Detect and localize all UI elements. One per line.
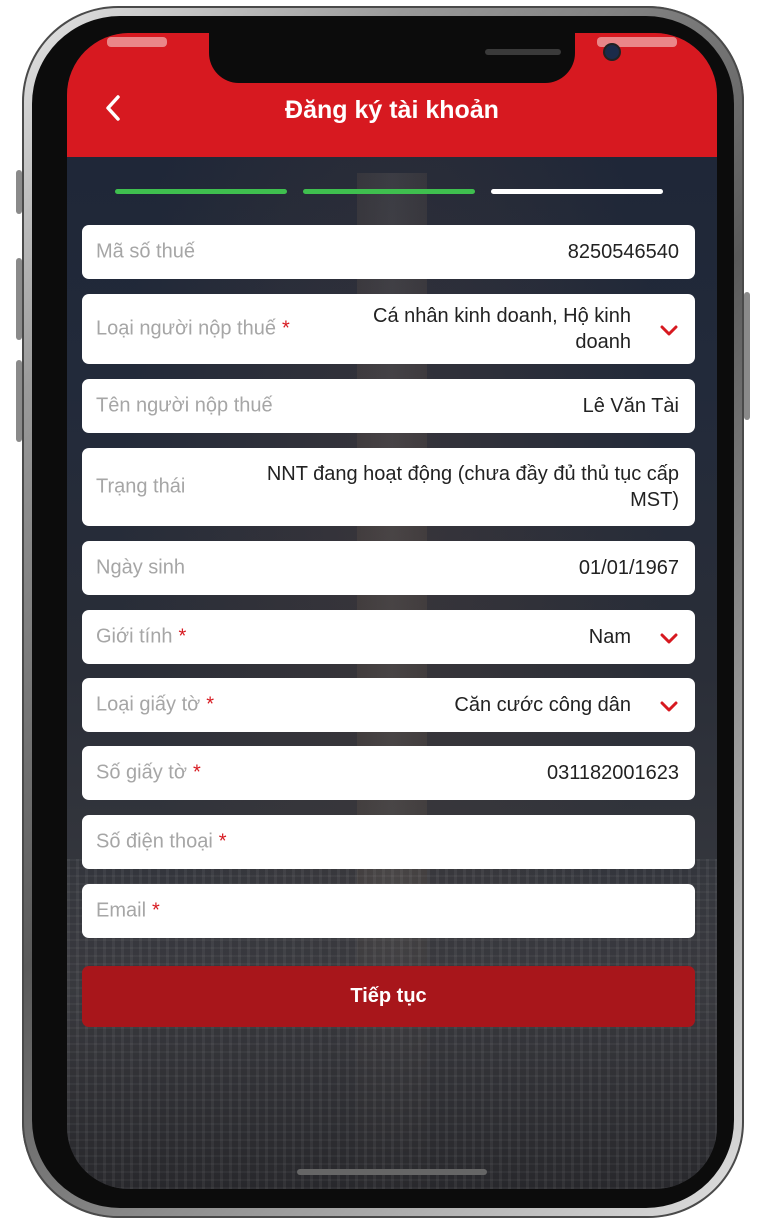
home-indicator <box>297 1169 487 1175</box>
document-number-value: 031182001623 <box>547 762 679 784</box>
side-button-volume-down <box>16 360 22 442</box>
field-label: Số giấy tờ * <box>96 761 201 784</box>
field-label: Trạng thái <box>96 475 186 498</box>
field-label: Tên người nộp thuế <box>96 394 273 417</box>
field-label: Giới tính * <box>96 625 187 648</box>
required-marker: * <box>178 625 187 648</box>
required-marker: * <box>192 761 201 784</box>
email-input[interactable]: Email * <box>82 884 695 938</box>
gender-value: Nam <box>588 626 631 648</box>
taxpayer-type-value: Cá nhân kinh doanh, Hộ kinh doanh <box>373 305 631 353</box>
birth-date-value: 01/01/1967 <box>578 557 679 579</box>
taxpayer-name-value: Lê Văn Tài <box>582 395 679 417</box>
taxpayer-name-field[interactable]: Tên người nộp thuế Lê Văn Tài <box>82 379 695 433</box>
status-field[interactable]: Trạng thái NNT đang hoạt động (chưa đầy … <box>82 448 695 526</box>
progress-steps <box>115 189 663 195</box>
continue-button[interactable]: Tiếp tục <box>82 966 695 1027</box>
progress-step-1 <box>115 189 287 194</box>
chevron-down-icon[interactable] <box>660 701 678 713</box>
notch <box>209 33 619 83</box>
app-screen: Đăng ký tài khoản Mã số thuế 8250546540 … <box>67 33 717 1189</box>
gender-select[interactable]: Giới tính * Nam <box>82 610 695 664</box>
tax-code-value: 8250546540 <box>567 241 679 263</box>
tax-code-field[interactable]: Mã số thuế 8250546540 <box>82 225 695 279</box>
chevron-down-icon[interactable] <box>660 633 678 645</box>
required-marker: * <box>152 899 160 922</box>
page-title: Đăng ký tài khoản <box>285 96 499 124</box>
progress-step-2 <box>303 189 475 194</box>
required-marker: * <box>218 830 227 853</box>
side-button-volume-up <box>16 258 22 340</box>
status-value: NNT đang hoạt động (chưa đầy đủ thủ tục … <box>266 463 679 511</box>
field-label: Mã số thuế <box>96 240 195 263</box>
field-label: Loại giấy tờ * <box>96 693 215 716</box>
chevron-down-icon[interactable] <box>660 325 678 337</box>
taxpayer-type-select[interactable]: Loại người nộp thuế * Cá nhân kinh doanh,… <box>82 294 695 364</box>
document-type-value: Căn cước công dân <box>454 694 631 716</box>
progress-step-3 <box>491 189 663 194</box>
phone-input[interactable]: Số điện thoại * <box>82 815 695 869</box>
required-marker: * <box>281 317 290 340</box>
field-label: Ngày sinh <box>96 556 185 579</box>
speaker <box>485 49 561 55</box>
document-type-select[interactable]: Loại giấy tờ * Căn cước công dân <box>82 678 695 732</box>
front-camera <box>605 45 619 59</box>
status-bar-time <box>107 37 167 47</box>
field-label: Email * <box>96 899 160 922</box>
document-number-field[interactable]: Số giấy tờ * 031182001623 <box>82 746 695 800</box>
side-button-power <box>744 292 750 420</box>
required-marker: * <box>206 693 215 716</box>
birth-date-field[interactable]: Ngày sinh 01/01/1967 <box>82 541 695 595</box>
field-label: Loại người nộp thuế * <box>96 317 290 340</box>
side-button-mute <box>16 170 22 214</box>
field-label: Số điện thoại * <box>96 830 227 853</box>
